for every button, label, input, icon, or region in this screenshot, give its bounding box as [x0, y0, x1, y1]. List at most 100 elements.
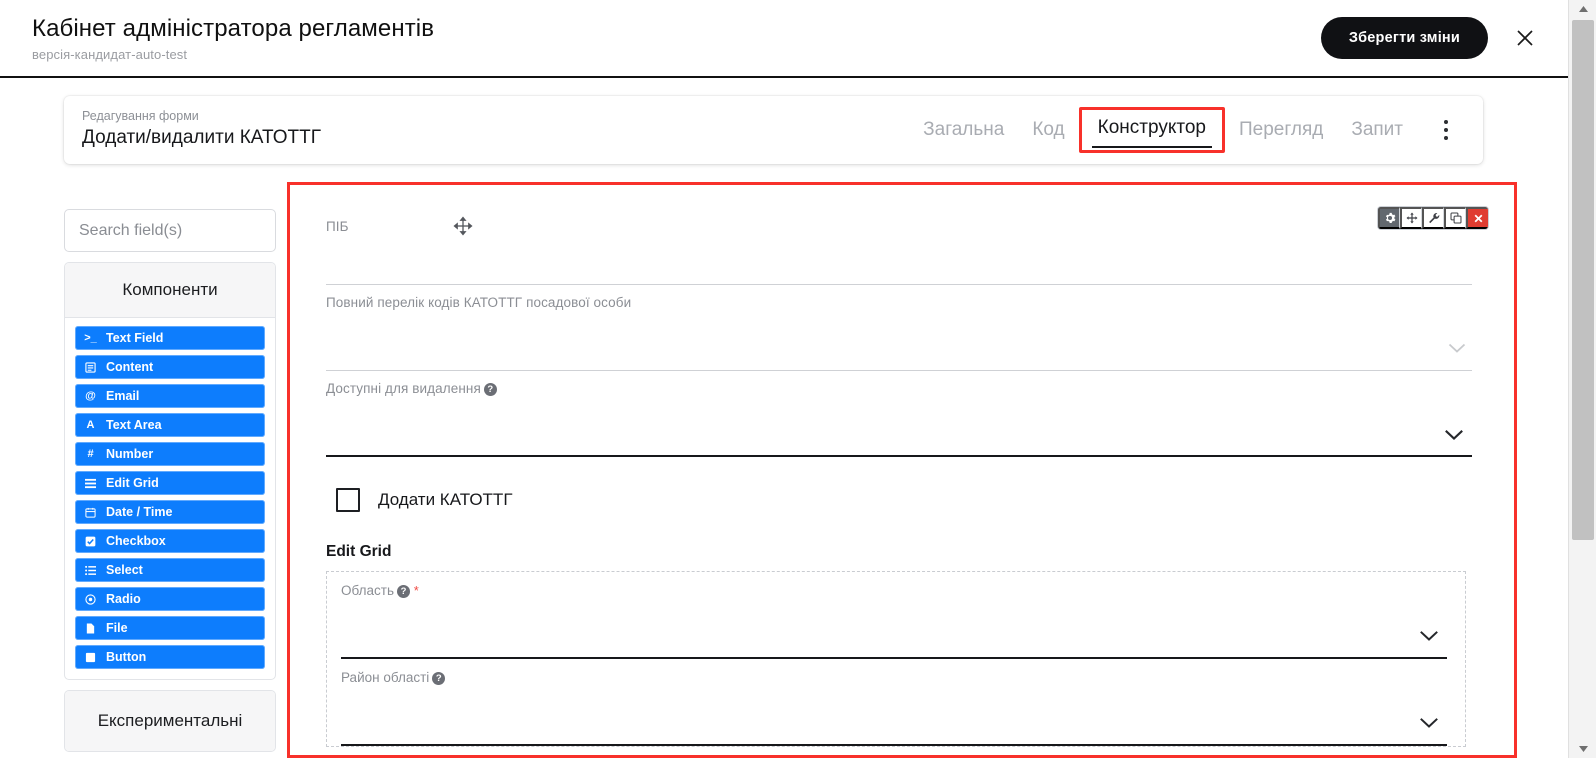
tab-konstruktor[interactable]: Конструктор: [1084, 111, 1220, 148]
more-vertical-icon[interactable]: [1431, 113, 1461, 147]
form-field-add-katottg[interactable]: Додати КАТОТТГ: [308, 457, 1490, 543]
component-label: Select: [106, 563, 143, 577]
component-label: Radio: [106, 592, 141, 606]
tab-kod[interactable]: Код: [1018, 113, 1078, 147]
chevron-down-icon[interactable]: [1419, 629, 1439, 647]
version-label: версія-кандидат-auto-test: [32, 46, 188, 62]
kebab-dot: [1444, 136, 1448, 140]
checkbox-icon[interactable]: [336, 488, 360, 512]
component-content[interactable]: Content: [75, 355, 265, 379]
experimental-panel-header: Експериментальні: [65, 691, 275, 751]
form-field-label: ПІБ: [326, 219, 349, 234]
tab-zapyt[interactable]: Запит: [1337, 113, 1417, 147]
component-settings-button[interactable]: [1378, 207, 1400, 229]
save-changes-button[interactable]: Зберегти зміни: [1320, 17, 1488, 59]
component-checkbox[interactable]: Checkbox: [75, 529, 265, 553]
component-select[interactable]: Select: [75, 558, 265, 582]
component-label: File: [106, 621, 128, 635]
active-tab-highlight: Конструктор: [1078, 107, 1225, 153]
at-icon: @: [85, 389, 96, 402]
app-header-titles: Кабінет адміністратора регламентів версі…: [32, 14, 434, 61]
chevron-down-icon[interactable]: [1444, 428, 1464, 446]
page-title: Кабінет адміністратора регламентів: [32, 15, 435, 43]
component-edit-button[interactable]: [1422, 207, 1444, 229]
component-action-toolbar: [1378, 207, 1488, 229]
scrollbar-thumb[interactable]: [1572, 20, 1594, 540]
edit-grid-field-label-text: Область: [341, 583, 394, 598]
file-icon: [84, 623, 97, 634]
app-root: Кабінет адміністратора регламентів версі…: [0, 0, 1596, 758]
copy-icon: [1450, 212, 1462, 224]
form-context-title: Додати/видалити КАТОТТГ: [82, 126, 322, 148]
form-tabbar-card: Редагування форми Додати/видалити КАТОТТ…: [64, 96, 1483, 164]
list-icon: [84, 565, 97, 576]
text-area-icon: A: [86, 418, 95, 431]
edit-grid-field-label: Область? *: [341, 583, 419, 598]
edit-grid-panel[interactable]: Область? * Район області?: [326, 571, 1466, 747]
checkbox-icon: [84, 536, 97, 547]
form-context: Редагування форми Додати/видалити КАТОТТ…: [82, 109, 321, 150]
components-panel: Компоненти >_ Text Field Content @ Email…: [64, 262, 276, 680]
form-field-katottg-codes[interactable]: Повний перелік кодів КАТОТТГ посадової о…: [308, 285, 1490, 371]
move-icon: [1406, 212, 1418, 224]
chevron-down-icon[interactable]: [1448, 341, 1466, 359]
required-marker: *: [413, 583, 419, 598]
app-header: Кабінет адміністратора регламентів версі…: [0, 0, 1568, 78]
component-file[interactable]: File: [75, 616, 265, 640]
component-date-time[interactable]: Date / Time: [75, 500, 265, 524]
component-label: Text Field: [106, 331, 164, 345]
triangle-up-icon: [1578, 0, 1589, 18]
edit-grid-field-rayon[interactable]: Район області?: [327, 659, 1465, 746]
scrollbar-up-button[interactable]: [1569, 0, 1596, 18]
component-email[interactable]: @ Email: [75, 384, 265, 408]
grid-icon: [84, 478, 97, 489]
component-copy-button[interactable]: [1444, 207, 1466, 229]
chevron-down-icon[interactable]: [1419, 716, 1439, 734]
square-icon: [84, 652, 97, 663]
component-number[interactable]: # Number: [75, 442, 265, 466]
gear-icon: [1384, 212, 1396, 224]
component-button[interactable]: Button: [75, 645, 265, 669]
component-label: Text Area: [106, 418, 162, 432]
component-edit-grid[interactable]: Edit Grid: [75, 471, 265, 495]
component-label: Date / Time: [106, 505, 173, 519]
scrollbar-down-button[interactable]: [1569, 740, 1596, 758]
tab-pereglyad[interactable]: Перегляд: [1225, 113, 1337, 147]
tab-list: Загальна Код Конструктор Перегляд Запит: [909, 107, 1461, 153]
form-field-pib[interactable]: ПІБ: [308, 207, 1490, 285]
help-icon[interactable]: ?: [432, 672, 446, 685]
search-input[interactable]: [64, 209, 276, 252]
component-text-area[interactable]: A Text Area: [75, 413, 265, 437]
kebab-dot: [1444, 128, 1448, 132]
tab-active-underline: [1091, 146, 1212, 148]
page-scrollbar[interactable]: [1568, 0, 1596, 758]
form-field-label: Повний перелік кодів КАТОТТГ посадової о…: [326, 295, 632, 310]
experimental-panel[interactable]: Експериментальні: [64, 690, 276, 752]
wrench-icon: [1428, 212, 1440, 224]
hash-icon: #: [87, 447, 94, 460]
edit-grid-field-oblast[interactable]: Область? *: [327, 572, 1465, 659]
form-field-available-for-deletion[interactable]: Доступні для видалення?: [308, 371, 1490, 457]
triangle-down-icon: [1578, 740, 1589, 758]
help-icon[interactable]: ?: [396, 585, 410, 598]
edit-grid-field-underline: [341, 744, 1447, 746]
components-list: >_ Text Field Content @ Email A Text Are…: [65, 318, 275, 679]
help-icon[interactable]: ?: [483, 383, 497, 396]
form-field-underline: [326, 455, 1472, 457]
component-label: Number: [106, 447, 154, 461]
component-remove-button[interactable]: [1466, 207, 1488, 229]
form-builder-canvas[interactable]: ПІБ Повний перелік кодів КАТОТТГ посадов…: [287, 182, 1517, 758]
close-button[interactable]: [1510, 23, 1540, 53]
components-sidebar: Компоненти >_ Text Field Content: [64, 209, 276, 752]
content-icon: [84, 361, 97, 373]
tab-zagalna[interactable]: Загальна: [909, 113, 1018, 147]
form-context-eyebrow: Редагування форми: [82, 109, 199, 124]
component-text-field[interactable]: >_ Text Field: [75, 326, 265, 350]
component-move-button[interactable]: [1400, 207, 1422, 229]
form-field-label: Доступні для видалення?: [326, 381, 497, 396]
kebab-dot: [1444, 120, 1448, 124]
component-radio[interactable]: Radio: [75, 587, 265, 611]
checkbox-label: Додати КАТОТТГ: [378, 490, 513, 509]
form-canvas-inner: ПІБ Повний перелік кодів КАТОТТГ посадов…: [290, 185, 1514, 755]
components-panel-header: Компоненти: [65, 263, 275, 318]
